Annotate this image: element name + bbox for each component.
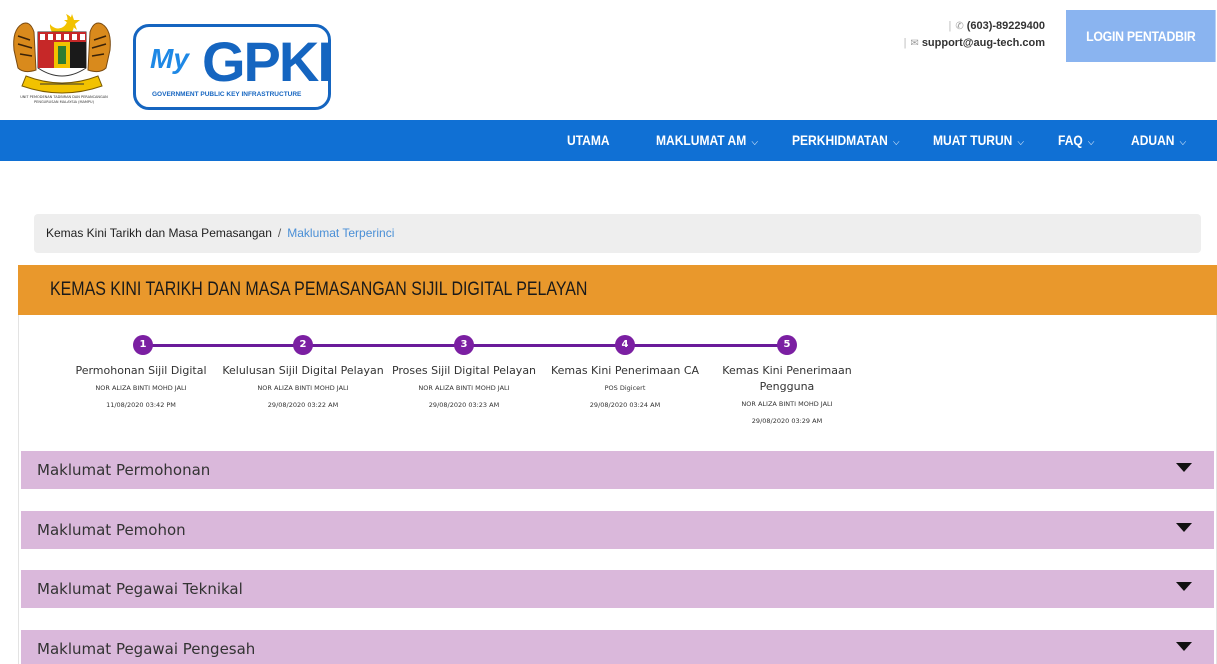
- nav-item-label: ADUAN: [1131, 132, 1175, 148]
- accordion-maklumat-pegawai-pengesah[interactable]: Maklumat Pegawai Pengesah: [21, 630, 1214, 664]
- accordion-maklumat-pemohon[interactable]: Maklumat Pemohon: [21, 511, 1214, 549]
- logo-subtitle: GOVERNMENT PUBLIC KEY INFRASTRUCTURE: [152, 91, 302, 98]
- main-nav: UTAMA MAKLUMAT AM ⌵ PERKHIDMATAN ⌵ MUAT TU…: [0, 120, 1217, 161]
- step-date: 29/08/2020 03:29 AM: [751, 417, 823, 425]
- chevron-down-icon: ⌵: [1179, 137, 1187, 148]
- step-circle: 3: [454, 335, 474, 355]
- nav-item-label: FAQ: [1058, 132, 1083, 148]
- step-date: 29/08/2020 03:24 AM: [589, 401, 661, 409]
- nav-item-aduan[interactable]: ADUAN ⌵: [1131, 120, 1186, 161]
- phone-icon: ✆: [955, 21, 964, 32]
- chevron-down-icon: ⌵: [893, 137, 900, 148]
- accordion-label: Maklumat Pegawai Teknikal: [37, 580, 243, 598]
- step-circle: 2: [293, 335, 313, 355]
- chevron-down-icon: ⌵: [1017, 137, 1025, 148]
- breadcrumb: Kemas Kini Tarikh dan Masa Pemasangan / Ma…: [34, 214, 1201, 253]
- nav-item-faq[interactable]: FAQ ⌵: [1058, 120, 1094, 161]
- login-admin-button[interactable]: LOGIN PENTADBIR: [1066, 10, 1216, 62]
- step-item: Kelulusan Sijil Digital Pelayan NOR ALIZ…: [218, 363, 388, 410]
- step-date: 11/08/2020 03:42 PM: [106, 401, 176, 409]
- step-item: Proses Sijil Digital Pelayan NOR ALIZA B…: [379, 363, 549, 410]
- section-banner: KEMAS KINI TARIKH DAN MASA PEMASANGAN SI…: [18, 265, 1217, 315]
- email-row: | ✉ support@aug-tech.com: [904, 35, 1045, 52]
- page-title: KEMAS KINI TARIKH DAN MASA PEMASANGAN SI…: [50, 279, 588, 300]
- nav-item-muat-turun[interactable]: MUAT TURUN ⌵: [933, 120, 1024, 161]
- step-circle: 4: [615, 335, 635, 355]
- nav-item-label: MAKLUMAT AM: [656, 132, 747, 148]
- step-circle: 1: [133, 335, 153, 355]
- step-user: NOR ALIZA BINTI MOHD JALI: [418, 384, 510, 392]
- caret-down-icon: [1176, 463, 1192, 472]
- nav-item-maklumat-am[interactable]: MAKLUMAT AM ⌵: [656, 120, 758, 161]
- step-title: Kemas Kini Penerimaan CA: [550, 364, 700, 377]
- phone-number: (603)-89229400: [966, 20, 1045, 32]
- caret-down-icon: [1176, 523, 1192, 532]
- breadcrumb-current: Maklumat Terperinci: [287, 226, 395, 240]
- accordion-label: Maklumat Pemohon: [37, 521, 186, 539]
- divider: |: [903, 37, 907, 49]
- step-date: 29/08/2020 03:23 AM: [428, 401, 500, 409]
- step-user: NOR ALIZA BINTI MOHD JALI: [257, 384, 349, 392]
- step-title: Proses Sijil Digital Pelayan: [391, 364, 537, 377]
- accordion-label: Maklumat Pegawai Pengesah: [37, 640, 256, 658]
- step-title: Kelulusan Sijil Digital Pelayan: [222, 364, 384, 377]
- mygpki-logo[interactable]: My GPKI GOVERNMENT PUBLIC KEY INFRASTRUC…: [133, 24, 333, 110]
- email-address[interactable]: support@aug-tech.com: [922, 37, 1045, 49]
- step-item: Kemas Kini Penerimaan CA POS Digicert 29…: [540, 363, 710, 410]
- logo-my-text: My: [150, 43, 189, 74]
- step-circle: 5: [777, 335, 797, 355]
- nav-item-perkhidmatan[interactable]: PERKHIDMATAN ⌵: [792, 120, 900, 161]
- step-user: POS Digicert: [604, 384, 646, 392]
- step-title: Kemas Kini Penerimaan Pengguna: [722, 364, 852, 393]
- chevron-down-icon: ⌵: [1087, 137, 1095, 148]
- step-title: Permohonan Sijil Digital: [75, 364, 207, 377]
- step-user: NOR ALIZA BINTI MOHD JALI: [95, 384, 187, 392]
- logo-gpki-text: GPKI: [202, 30, 333, 93]
- nav-item-label: MUAT TURUN: [933, 132, 1013, 148]
- breadcrumb-separator: /: [277, 226, 282, 240]
- nav-item-label: UTAMA: [567, 132, 610, 148]
- step-date: 29/08/2020 03:22 AM: [267, 401, 339, 409]
- phone-row: | ✆ (603)-89229400: [904, 18, 1045, 35]
- crest-caption: UNIT PEMODENAN TADBIRAN DAN PERANCANGAN …: [20, 95, 108, 104]
- envelope-icon: ✉: [910, 38, 919, 49]
- contact-info: | ✆ (603)-89229400 | ✉ support@aug-tech.com: [904, 18, 1045, 52]
- chevron-down-icon: ⌵: [751, 137, 758, 148]
- caret-down-icon: [1176, 582, 1192, 591]
- caret-down-icon: [1176, 642, 1192, 651]
- nav-item-utama[interactable]: UTAMA: [567, 120, 610, 161]
- site-header: UNIT PEMODENAN TADBIRAN DAN PERANCANGAN …: [0, 0, 1217, 120]
- breadcrumb-parent[interactable]: Kemas Kini Tarikh dan Masa Pemasangan: [46, 226, 272, 240]
- step-user: NOR ALIZA BINTI MOHD JALI: [741, 400, 833, 408]
- accordion-maklumat-permohonan[interactable]: Maklumat Permohonan: [21, 451, 1214, 489]
- step-item: Kemas Kini Penerimaan Pengguna NOR ALIZA…: [702, 363, 872, 426]
- accordion-maklumat-pegawai-teknikal[interactable]: Maklumat Pegawai Teknikal: [21, 570, 1214, 608]
- nav-item-label: PERKHIDMATAN: [792, 132, 888, 148]
- divider: |: [948, 20, 952, 32]
- accordion-label: Maklumat Permohonan: [37, 461, 211, 479]
- step-item: Permohonan Sijil Digital NOR ALIZA BINTI…: [56, 363, 226, 410]
